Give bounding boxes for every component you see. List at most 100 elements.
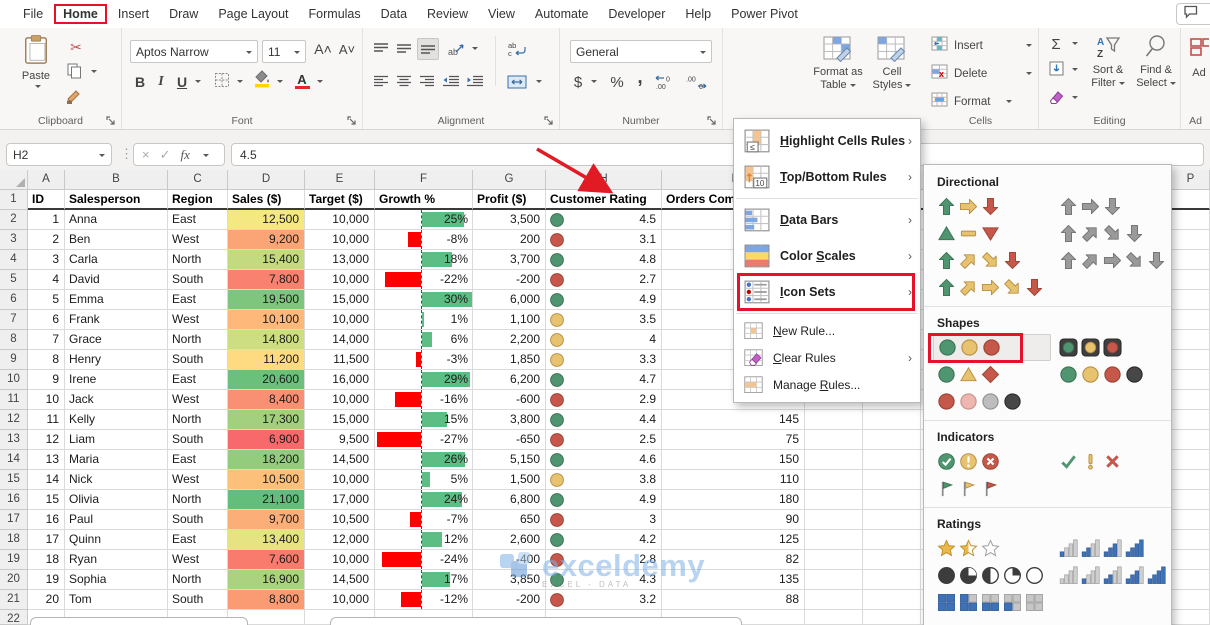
increase-decimal-button[interactable]: 0.00 [654,72,678,92]
row-header-1[interactable]: 1 [0,190,28,210]
cell[interactable]: 2 [28,230,65,250]
cell[interactable]: 125 [662,530,805,550]
cell[interactable]: 88 [662,590,805,610]
cell[interactable]: 4.9 [546,290,662,310]
cell[interactable]: 12% [375,530,473,550]
cell[interactable]: 180 [662,490,805,510]
cell[interactable]: 6,800 [473,490,546,510]
row-header-15[interactable]: 15 [0,470,28,490]
cell[interactable]: -12% [375,590,473,610]
cell[interactable]: 4.6 [546,450,662,470]
cell[interactable]: 6% [375,330,473,350]
cell[interactable]: 19,500 [228,290,305,310]
name-box[interactable]: H2 [6,143,112,166]
cell[interactable]: Emma [65,290,168,310]
cell[interactable]: 15,000 [305,410,375,430]
find-select-button[interactable]: Find & Select [1133,34,1179,90]
cell[interactable]: 2.5 [546,430,662,450]
cell[interactable] [1172,270,1210,290]
cell[interactable]: Kelly [65,410,168,430]
cell[interactable]: 4 [546,330,662,350]
cell[interactable]: 21,100 [228,490,305,510]
cell[interactable] [1172,610,1210,625]
cell[interactable]: North [168,570,228,590]
tab-power-pivot[interactable]: Power Pivot [722,4,807,24]
fx-icon[interactable]: fx [181,147,190,163]
menu-item-highlight-cells-rules[interactable]: ≤ Highlight Cells Rules › [734,123,920,159]
menu-item-clear-rules[interactable]: Clear Rules › [734,344,920,371]
icon-set-option[interactable] [937,193,1059,220]
cell[interactable]: 7,600 [228,550,305,570]
row-header-20[interactable]: 20 [0,570,28,590]
icon-set-option[interactable] [937,475,1059,502]
cell[interactable] [1172,410,1210,430]
font-name-select[interactable]: Aptos Narrow [130,40,258,63]
format-painter-button[interactable] [64,89,84,108]
cell[interactable]: 16,900 [228,570,305,590]
cell[interactable] [805,410,863,430]
cell[interactable]: 15,000 [305,290,375,310]
cell[interactable]: 5% [375,470,473,490]
cell[interactable] [863,430,921,450]
cell[interactable] [1172,510,1210,530]
cell[interactable]: 8 [28,350,65,370]
cell[interactable]: -600 [473,390,546,410]
cell[interactable] [805,590,863,610]
cell[interactable]: -3% [375,350,473,370]
cell[interactable]: 8,800 [228,590,305,610]
borders-dropdown-chevron[interactable] [237,80,243,86]
cell[interactable]: -7% [375,510,473,530]
cell[interactable]: -22% [375,270,473,290]
cell[interactable] [1172,210,1210,230]
enter-icon[interactable]: ✓ [160,147,171,163]
menu-item-icon-sets[interactable]: Icon Sets › [734,273,920,311]
header-cell[interactable]: Customer Rating [546,190,662,210]
row-header-22[interactable]: 22 [0,610,28,625]
menu-item-new-rule[interactable]: New Rule... [734,317,920,344]
cell[interactable]: 10,500 [305,510,375,530]
cell[interactable]: 7 [28,330,65,350]
cell[interactable]: 12,000 [305,530,375,550]
increase-indent-icon[interactable] [465,72,485,90]
cell[interactable]: North [168,330,228,350]
delete-cells-button[interactable]: x Delete [931,64,1032,84]
cell[interactable]: 5 [28,290,65,310]
italic-button[interactable]: I [154,72,168,92]
underline-dropdown-chevron[interactable] [195,80,201,86]
cell[interactable]: South [168,350,228,370]
accounting-format-button[interactable]: $ [572,72,584,92]
cell[interactable]: 10,000 [305,230,375,250]
cell[interactable]: West [168,550,228,570]
increase-font-size-button[interactable]: A˄ [312,38,334,60]
cell[interactable] [1172,450,1210,470]
row-header-21[interactable]: 21 [0,590,28,610]
icon-set-option[interactable] [937,388,1059,415]
header-cell[interactable]: Target ($) [305,190,375,210]
cell[interactable]: -200 [473,270,546,290]
icon-set-option[interactable] [1059,334,1169,361]
cell[interactable]: 2.9 [546,390,662,410]
cell[interactable]: East [168,370,228,390]
cell[interactable]: 2,600 [473,530,546,550]
cell[interactable]: 4 [28,270,65,290]
sheet-tab-strip[interactable] [30,617,248,625]
cell[interactable]: 18 [28,550,65,570]
cell[interactable]: 17% [375,570,473,590]
cell[interactable]: 9,500 [305,430,375,450]
cell[interactable]: 1,500 [473,470,546,490]
row-header-5[interactable]: 5 [0,270,28,290]
align-bottom-icon[interactable] [417,38,439,60]
fill-color-dropdown-chevron[interactable] [277,80,283,86]
cell[interactable]: 3,700 [473,250,546,270]
cell[interactable]: Liam [65,430,168,450]
autosum-dropdown-chevron[interactable] [1072,42,1078,48]
icon-set-option[interactable] [937,589,1059,616]
font-color-button[interactable]: A [292,70,312,92]
cell[interactable]: 18% [375,250,473,270]
tab-review[interactable]: Review [418,4,477,24]
cell[interactable]: 1,850 [473,350,546,370]
icon-set-option[interactable] [1059,361,1169,388]
cell[interactable]: Anna [65,210,168,230]
cell[interactable] [1172,430,1210,450]
cell[interactable]: Maria [65,450,168,470]
